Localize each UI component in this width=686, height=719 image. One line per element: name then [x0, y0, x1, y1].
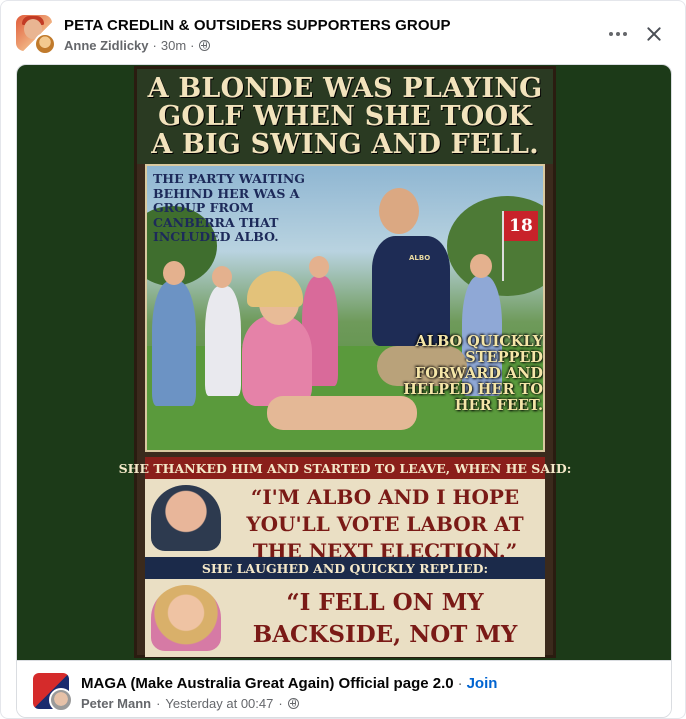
- woman-pink-shirt: [242, 316, 312, 406]
- source-separator: ·: [457, 675, 463, 692]
- meme-poster: A BLONDE WAS PLAYING GOLF WHEN SHE TOOK …: [119, 66, 571, 658]
- meta-separator: ·: [152, 38, 157, 53]
- more-icon-dot: [623, 32, 627, 36]
- author-name[interactable]: Anne Zidlicky: [64, 38, 149, 53]
- sharer-avatar[interactable]: [49, 688, 73, 712]
- spectator: [152, 281, 196, 406]
- source-separator: ·: [278, 696, 283, 711]
- quote-2: “I FELL ON MY BACKSIDE, NOT MY HEAD!”: [252, 589, 518, 657]
- meta-separator: ·: [190, 38, 195, 53]
- spectator-head: [163, 261, 185, 285]
- poster-bar-2: SHE LAUGHED AND QUICKLY REPLIED:: [145, 557, 545, 579]
- sharer-name[interactable]: Peter Mann: [81, 696, 151, 711]
- globe-icon: [287, 698, 299, 709]
- albo-portrait: [151, 485, 221, 551]
- quote-1: “I'M ALBO AND I HOPE YOU'LL VOTE LABOR A…: [246, 485, 524, 557]
- shared-post: A BLONDE WAS PLAYING GOLF WHEN SHE TOOK …: [16, 64, 672, 718]
- spectator-head: [470, 254, 492, 278]
- golf-scene: THE PARTY WAITING BEHIND HER WAS A GROUP…: [145, 164, 545, 452]
- spectator-head: [309, 256, 329, 278]
- post-image[interactable]: A BLONDE WAS PLAYING GOLF WHEN SHE TOOK …: [17, 65, 671, 660]
- more-options-button[interactable]: [601, 19, 635, 49]
- source-page-name[interactable]: MAGA (Make Australia Great Again) Offici…: [81, 675, 454, 692]
- spectator-head: [212, 266, 232, 288]
- blonde-portrait: [151, 585, 221, 651]
- poster-caption-right: ALBO QUICKLY STEPPED FORWARD AND HELPED …: [403, 333, 543, 414]
- poster-title: A BLONDE WAS PLAYING GOLF WHEN SHE TOOK …: [147, 72, 543, 160]
- globe-icon: [198, 40, 210, 51]
- post-card: PETA CREDLIN & OUTSIDERS SUPPORTERS GROU…: [0, 0, 686, 719]
- quote-panel-1: “I'M ALBO AND I HOPE YOU'LL VOTE LABOR A…: [145, 479, 545, 557]
- shirt-logo: ALBO: [409, 254, 431, 262]
- source-meta: Peter Mann · Yesterday at 00:47 ·: [81, 696, 299, 711]
- group-name[interactable]: PETA CREDLIN & OUTSIDERS SUPPORTERS GROU…: [64, 17, 451, 34]
- woman-hair: [247, 271, 303, 307]
- quote-panel-2: “I FELL ON MY BACKSIDE, NOT MY HEAD!”: [145, 579, 545, 657]
- source-time[interactable]: Yesterday at 00:47: [165, 696, 273, 711]
- more-icon-dot: [616, 32, 620, 36]
- post-meta: Anne Zidlicky · 30m ·: [64, 38, 210, 53]
- post-time[interactable]: 30m: [161, 38, 186, 53]
- poster-caption-left: THE PARTY WAITING BEHIND HER WAS A GROUP…: [153, 171, 305, 244]
- man-navy-shirt: [372, 236, 450, 346]
- poster-bar-1: SHE THANKED HIM AND STARTED TO LEAVE, WH…: [119, 457, 571, 479]
- close-icon[interactable]: [639, 19, 669, 49]
- spectator: [205, 286, 241, 396]
- more-icon-dot: [609, 32, 613, 36]
- source-separator: ·: [156, 696, 161, 711]
- poster-header: A BLONDE WAS PLAYING GOLF WHEN SHE TOOK …: [137, 69, 553, 164]
- author-avatar[interactable]: [34, 33, 56, 55]
- man-head: [379, 188, 419, 234]
- post-header: PETA CREDLIN & OUTSIDERS SUPPORTERS GROU…: [1, 1, 685, 63]
- source-footer: MAGA (Make Australia Great Again) Offici…: [17, 660, 671, 717]
- hole-flag: 18: [504, 211, 538, 241]
- source-page-line: MAGA (Make Australia Great Again) Offici…: [81, 675, 497, 692]
- join-button[interactable]: Join: [467, 675, 498, 692]
